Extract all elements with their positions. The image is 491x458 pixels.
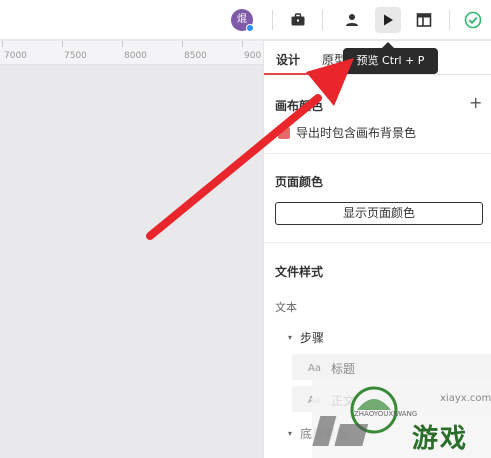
watermark: xiayx.com ZHAOYOUXIWANG 游戏 [312,380,491,458]
user-icon [346,14,358,26]
toolbar-divider [449,10,450,30]
tab-design[interactable]: 设计 [276,51,300,68]
briefcase-icon [291,13,305,26]
toolbar-divider [272,10,273,30]
avatar-text: 焜 [237,14,247,25]
watermark-url: xiayx.com [440,393,491,404]
ruler-tick [242,41,243,47]
ruler-tick [122,41,123,47]
horizontal-ruler: 7000 7500 8000 8500 900 [0,41,263,65]
ruler-label: 8000 [124,51,147,61]
top-toolbar: 焜 [0,0,491,40]
ruler-tick [2,41,3,47]
save-status-button[interactable] [460,7,486,33]
show-page-color-button[interactable]: 显示页面颜色 [275,202,483,225]
style-group-steps[interactable]: ▾ 步骤 [288,329,324,346]
page-color-title: 页面颜色 [275,175,324,189]
export-background-option[interactable]: 导出时包含画布背景色 [278,124,416,141]
toolbar-divider [322,10,323,30]
ruler-tick [182,41,183,47]
ruler-label: 7000 [4,51,27,61]
layout-button[interactable] [411,7,437,33]
design-canvas[interactable] [0,65,263,458]
ruler-tick [62,41,63,47]
briefcase-button[interactable] [285,7,311,33]
section-divider [264,242,491,243]
file-styles-title: 文件样式 [275,265,324,279]
layout-icon [416,13,432,27]
ruler-label: 8500 [184,51,207,61]
text-style-icon: Aa [308,363,321,374]
export-background-label: 导出时包含画布背景色 [296,126,417,140]
caret-down-icon: ▾ [288,333,293,342]
add-canvas-color-button[interactable]: + [469,93,482,112]
preview-button[interactable] [375,7,401,33]
style-item-label: 标题 [330,362,355,376]
online-status-dot [246,24,254,32]
caret-down-icon: ▾ [288,429,293,438]
section-divider [264,153,491,154]
ruler-label: 7500 [64,51,87,61]
text-styles-label: 文本 [275,301,297,314]
checkbox-icon[interactable] [278,126,290,139]
watermark-sub: ZHAOYOUXIWANG [354,410,418,418]
style-item-title[interactable]: Aa 标题 [308,360,355,377]
watermark-main: 游戏 [412,424,469,454]
collaborators-button[interactable] [339,7,365,33]
canvas-color-title: 画布颜色 [275,99,324,113]
active-tab-indicator [264,73,308,75]
play-icon [384,14,393,26]
preview-tooltip: 预览 Ctrl + P [343,48,438,74]
user-avatar[interactable]: 焜 [231,9,254,32]
check-circle-icon [464,11,482,29]
style-group-label: 步骤 [300,331,325,345]
ruler-label: 900 [244,51,262,61]
